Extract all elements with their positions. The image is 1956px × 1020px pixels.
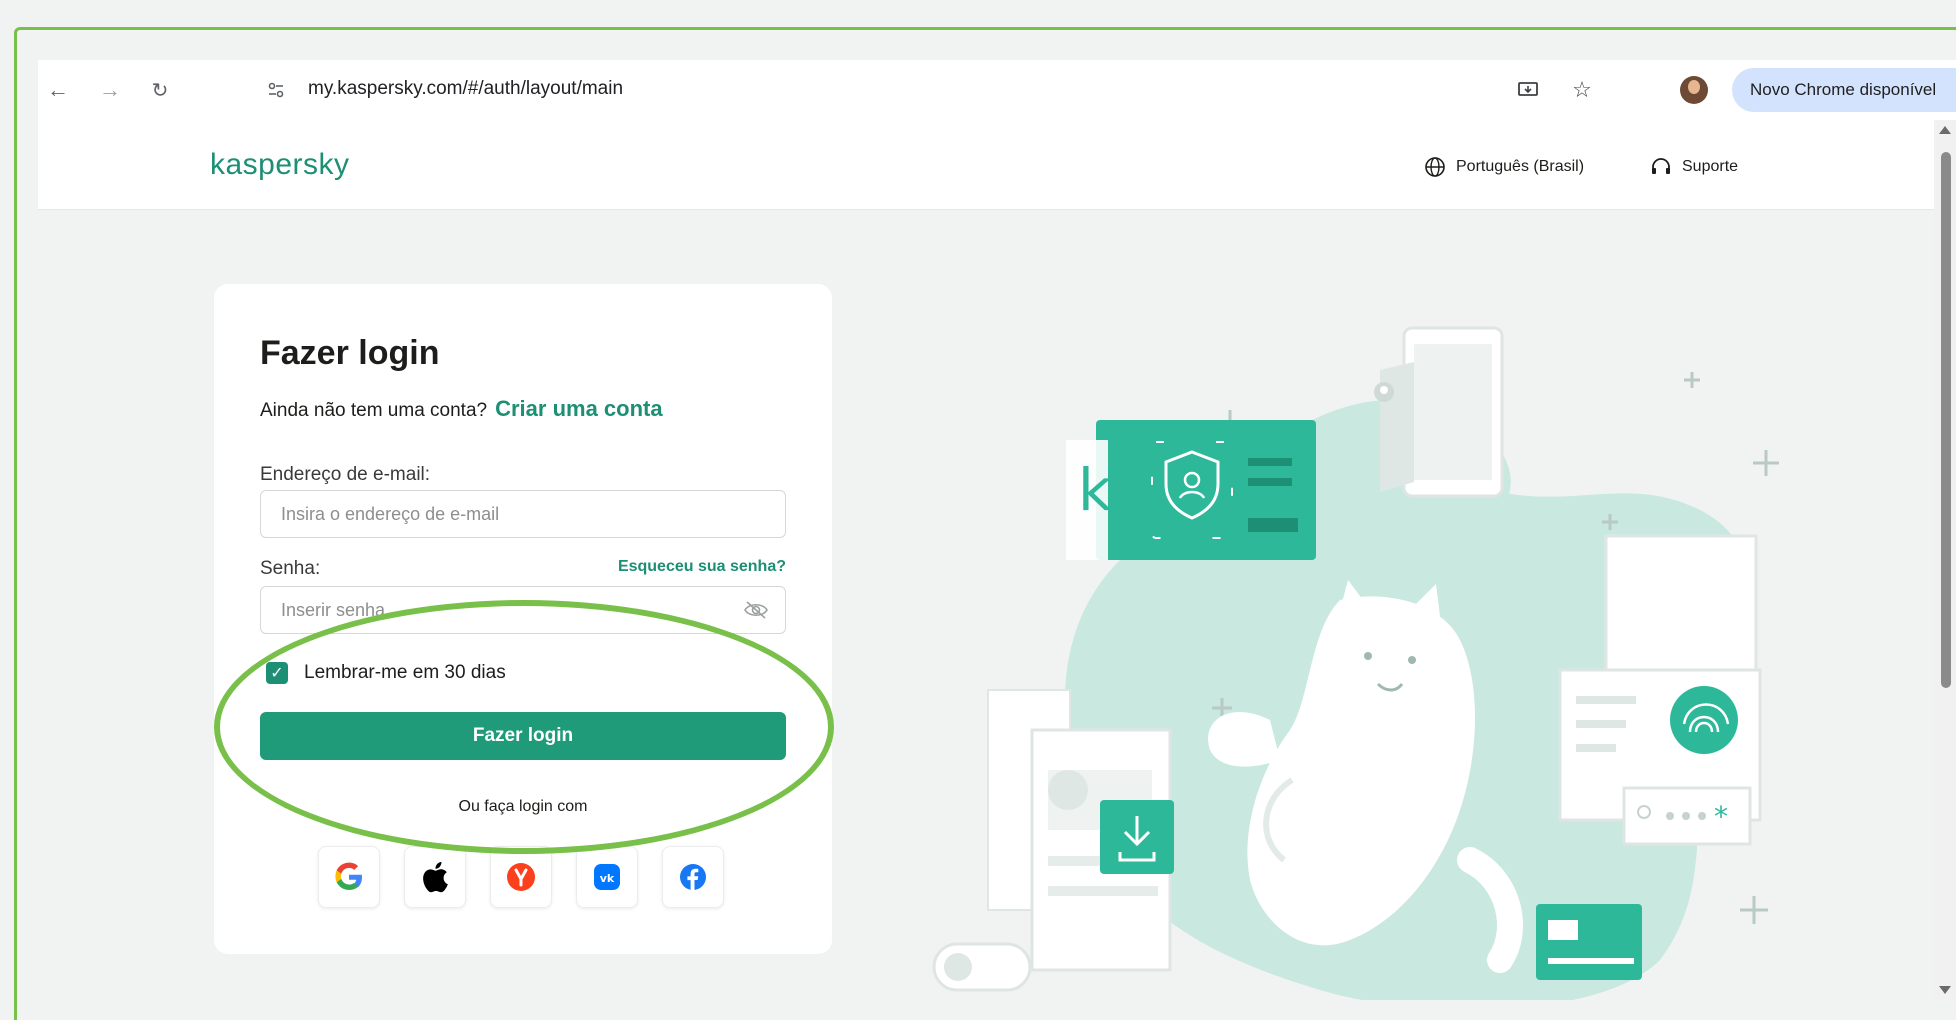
bookmark-star-icon[interactable]: ☆: [1566, 74, 1598, 106]
address-bar[interactable]: my.kaspersky.com/#/auth/layout/main: [308, 78, 623, 100]
update-chrome-label: Novo Chrome disponível: [1750, 80, 1937, 99]
kaspersky-logo[interactable]: kaspersky: [210, 148, 350, 182]
alt-login-text: Ou faça login com: [458, 798, 588, 815]
google-icon: [335, 862, 362, 890]
scroll-down-arrow-icon[interactable]: [1939, 986, 1951, 994]
scroll-thumb[interactable]: [1941, 152, 1951, 688]
browser-toolbar: ← → ↻ my.kaspersky.com/#/auth/layout/mai…: [38, 60, 1956, 120]
update-chrome-button[interactable]: Novo Chrome disponível ⋮: [1732, 68, 1956, 112]
remember-me[interactable]: ✓ Lembrar-me em 30 dias: [266, 662, 506, 684]
scroll-up-arrow-icon[interactable]: [1939, 126, 1951, 134]
page-scrollbar[interactable]: [1934, 120, 1956, 1000]
login-button[interactable]: Fazer login: [260, 712, 786, 760]
password-placeholder: Inserir senha: [281, 599, 386, 620]
support-link[interactable]: Suporte: [1650, 156, 1738, 178]
svg-text:vk: vk: [600, 872, 615, 885]
profile-avatar[interactable]: [1680, 76, 1708, 104]
yandex-icon: [507, 863, 535, 891]
forward-icon[interactable]: →: [94, 74, 126, 106]
social-login-row: vk: [318, 846, 724, 908]
email-field[interactable]: Insira o endereço de e-mail: [260, 490, 786, 538]
site-settings-icon[interactable]: [260, 74, 292, 106]
google-login-button[interactable]: [318, 846, 380, 908]
remember-label: Lembrar-me em 30 dias: [304, 662, 506, 683]
yandex-login-button[interactable]: [490, 846, 552, 908]
svg-text:*: *: [1714, 800, 1728, 833]
login-title: Fazer login: [260, 334, 440, 372]
security-illustration: k *: [900, 300, 1934, 1000]
create-account-link[interactable]: Criar uma conta: [495, 396, 663, 422]
cast-icon[interactable]: [1512, 74, 1544, 106]
no-account-text: Ainda não tem uma conta?: [260, 400, 488, 421]
headset-icon: [1652, 158, 1670, 174]
back-icon[interactable]: ←: [42, 74, 74, 106]
facebook-icon: [680, 864, 706, 891]
apple-login-button[interactable]: [404, 846, 466, 908]
email-label: Endereço de e-mail:: [260, 464, 431, 485]
language-label: Português (Brasil): [1456, 158, 1585, 175]
svg-text:k: k: [1078, 456, 1112, 524]
facebook-login-button[interactable]: [662, 846, 724, 908]
login-card: Fazer login Ainda não tem uma conta? Cri…: [214, 284, 832, 954]
vk-icon: vk: [594, 864, 620, 890]
password-field[interactable]: Inserir senha: [260, 586, 786, 634]
apple-icon: [423, 861, 448, 893]
remember-checkbox[interactable]: ✓: [266, 662, 288, 684]
globe-icon: [1425, 157, 1445, 177]
forgot-password-link[interactable]: Esqueceu sua senha?: [618, 558, 786, 576]
language-selector[interactable]: Português (Brasil): [1424, 156, 1584, 178]
menu-dots-icon[interactable]: ⋮: [1950, 78, 1956, 103]
password-label: Senha:: [260, 558, 321, 579]
signup-prompt: Ainda não tem uma conta? Criar uma conta: [260, 396, 663, 422]
hide-password-icon[interactable]: [743, 599, 769, 621]
reload-icon[interactable]: ↻: [144, 74, 176, 106]
vk-login-button[interactable]: vk: [576, 846, 638, 908]
support-label: Suporte: [1682, 158, 1739, 175]
site-header: kaspersky Português (Brasil) Suporte: [38, 120, 1934, 210]
